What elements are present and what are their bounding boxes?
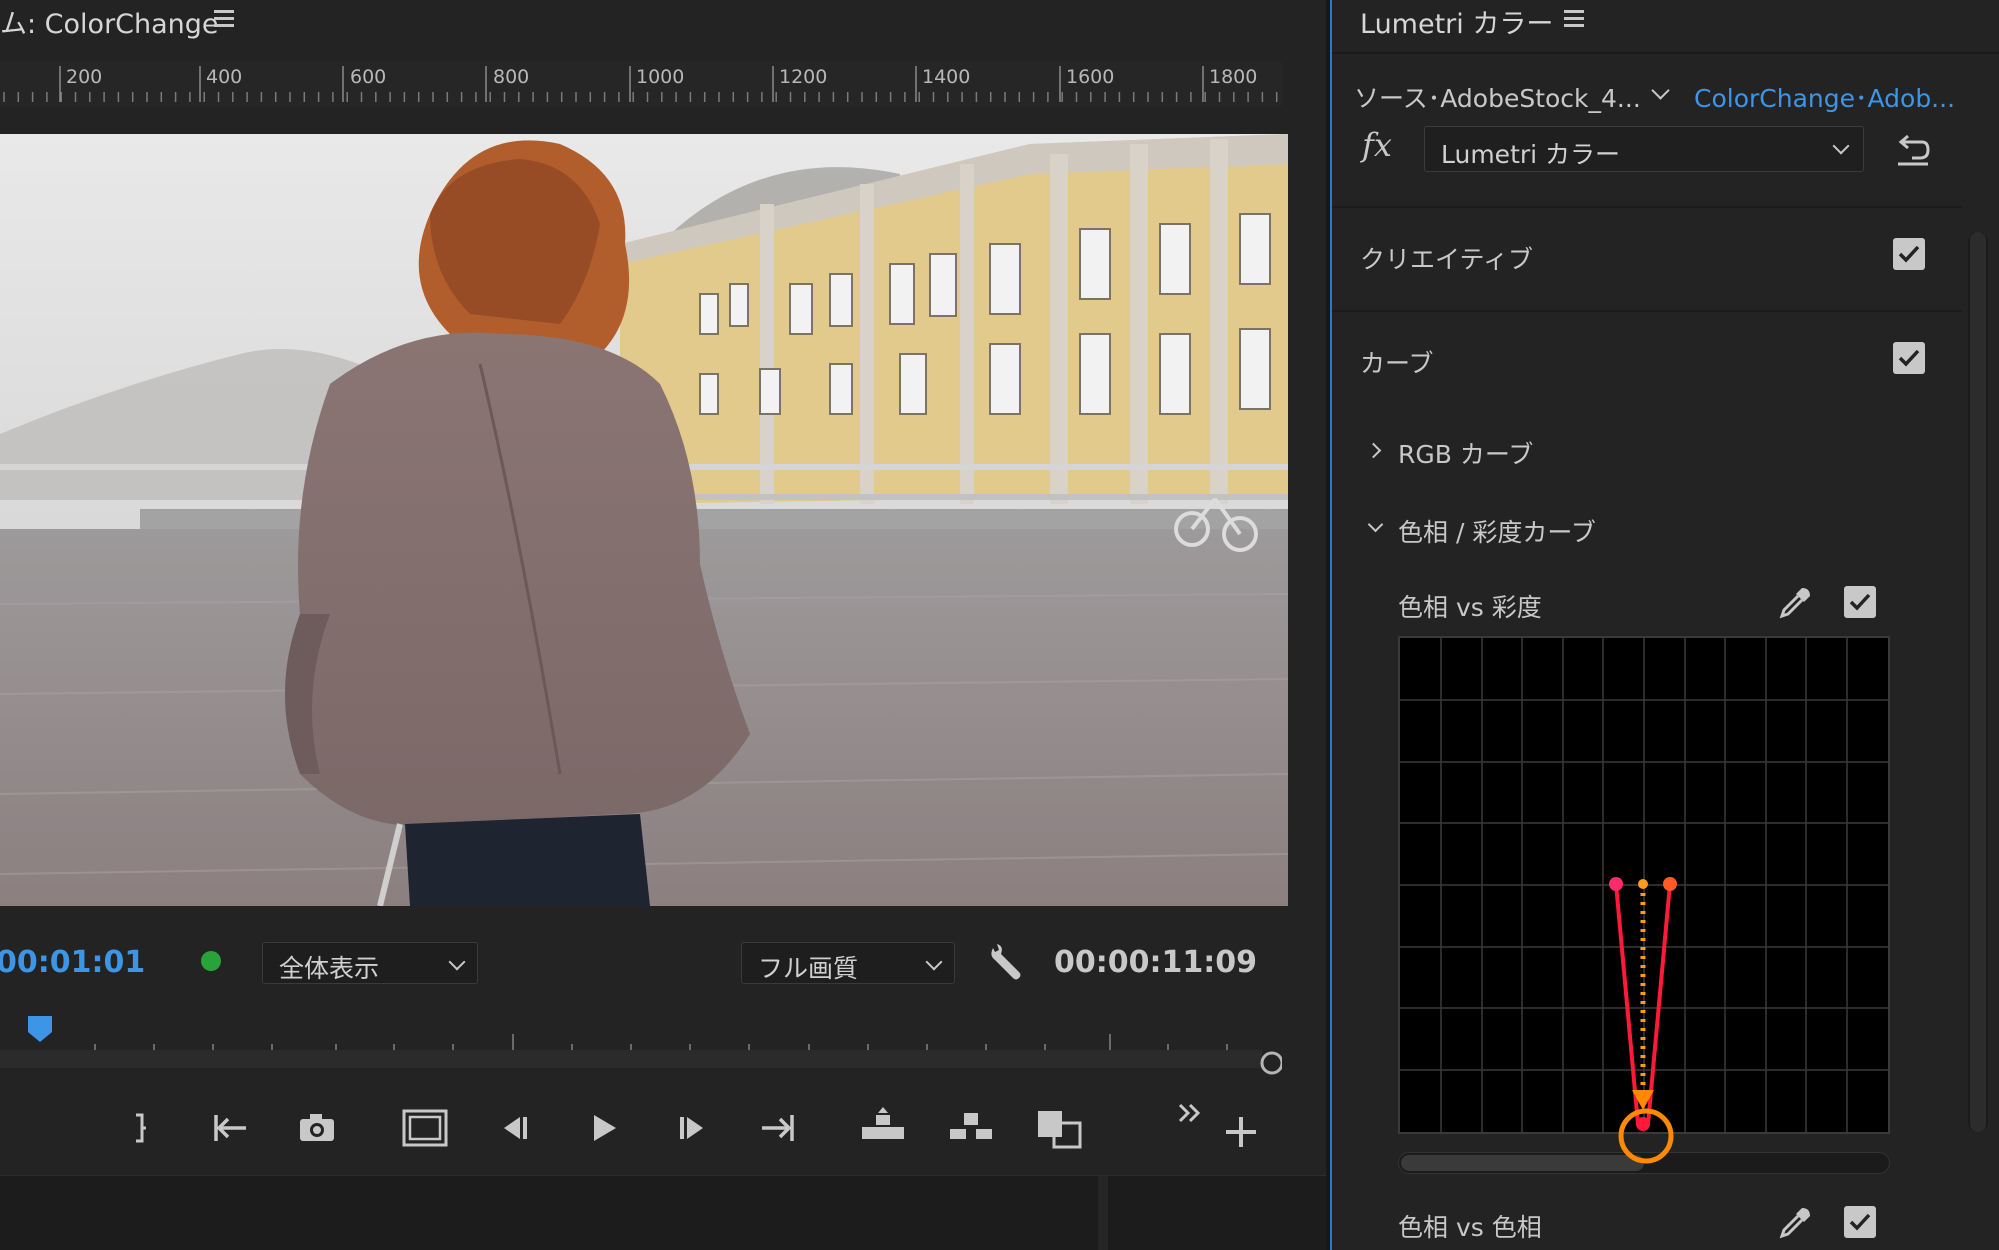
ruler-label: 1200 bbox=[779, 66, 828, 88]
scrollbar-thumb[interactable] bbox=[1970, 232, 1986, 1132]
duration-timecode: 00:00:11:09 bbox=[1054, 945, 1257, 980]
monitor-header: ム: ColorChange bbox=[0, 0, 1326, 40]
effect-name: Lumetri カラー bbox=[1441, 140, 1621, 169]
chevron-down-icon bbox=[1832, 137, 1850, 155]
chevron-down-icon bbox=[448, 953, 466, 971]
ruler-label: 1800 bbox=[1209, 66, 1258, 88]
section-divider bbox=[1332, 310, 1962, 312]
chevron-right-icon[interactable] bbox=[1365, 442, 1382, 459]
panel-menu-icon[interactable] bbox=[1564, 10, 1584, 27]
checkmark-icon bbox=[1898, 245, 1920, 263]
creative-enable-checkbox[interactable] bbox=[1893, 238, 1925, 270]
hue-vs-sat-curve-graph[interactable] bbox=[1398, 636, 1890, 1134]
source-clip-tab[interactable]: ソース･AdobeStock_4... bbox=[1354, 79, 1641, 115]
playhead[interactable] bbox=[28, 1016, 52, 1042]
ruler-label: 1000 bbox=[636, 66, 685, 88]
bottom-panel-strip bbox=[0, 1175, 1326, 1250]
lumetri-color-panel: Lumetri カラー ソース･AdobeStock_4... ColorCha… bbox=[1332, 0, 1999, 1250]
more-buttons-icon[interactable] bbox=[1168, 1095, 1218, 1145]
export-frame-icon[interactable] bbox=[292, 1103, 342, 1153]
section-divider bbox=[1332, 206, 1962, 208]
program-monitor: ム: ColorChange 200 400 600 800 1000 1200… bbox=[0, 0, 1326, 1250]
compare-view-icon[interactable] bbox=[1034, 1103, 1084, 1153]
curve-control-point[interactable] bbox=[1663, 877, 1677, 891]
add-button-icon[interactable] bbox=[1216, 1107, 1266, 1157]
current-timecode[interactable]: 00:01:01 bbox=[0, 945, 145, 980]
curve-control-point[interactable] bbox=[1609, 877, 1623, 891]
ruler-label: 800 bbox=[493, 66, 530, 88]
eyedropper-icon[interactable] bbox=[1776, 584, 1814, 622]
mark-out-icon[interactable] bbox=[114, 1103, 164, 1153]
ruler-label: 1600 bbox=[1066, 66, 1115, 88]
playback-quality-value: フル画質 bbox=[758, 954, 859, 983]
checkmark-icon bbox=[1898, 349, 1920, 367]
zoom-level-dropdown[interactable]: 全体表示 bbox=[262, 942, 478, 984]
sequence-clip-tab[interactable]: ColorChange･Adob... bbox=[1694, 79, 1955, 115]
header-divider bbox=[1332, 52, 1999, 54]
chevron-down-icon[interactable] bbox=[1651, 81, 1670, 100]
reset-icon[interactable] bbox=[1892, 128, 1932, 168]
go-to-out-icon[interactable] bbox=[752, 1103, 802, 1153]
extract-icon[interactable] bbox=[946, 1103, 996, 1153]
hue-vs-sat-label: 色相 vs 彩度 bbox=[1398, 593, 1542, 622]
monitor-menu-icon[interactable] bbox=[214, 10, 234, 27]
effect-selector-dropdown[interactable]: Lumetri カラー bbox=[1424, 126, 1864, 172]
video-frame[interactable] bbox=[0, 134, 1288, 906]
hue-vs-sat-enable-checkbox[interactable] bbox=[1844, 586, 1876, 618]
hue-range-slider-fill bbox=[1401, 1155, 1644, 1171]
rgb-curves-toggle[interactable]: RGB カーブ bbox=[1398, 435, 1533, 471]
transport-controls bbox=[0, 1095, 1326, 1161]
highlight-circle bbox=[1618, 1108, 1674, 1164]
lift-icon[interactable] bbox=[858, 1103, 908, 1153]
ruler-label: 600 bbox=[350, 66, 387, 88]
ruler-label: 1400 bbox=[922, 66, 971, 88]
go-to-in-icon[interactable] bbox=[206, 1103, 256, 1153]
section-creative-label[interactable]: クリエイティブ bbox=[1360, 240, 1533, 276]
step-back-icon[interactable] bbox=[490, 1103, 540, 1153]
safe-margins-icon[interactable] bbox=[400, 1103, 450, 1153]
panel-scrollbar[interactable] bbox=[1968, 232, 1988, 1132]
resolution-ruler: 200 400 600 800 1000 1200 1400 1600 1800 bbox=[0, 62, 1282, 106]
panel-separator bbox=[1098, 1176, 1108, 1250]
hue-vs-hue-label: 色相 vs 色相 bbox=[1398, 1213, 1542, 1242]
play-icon[interactable] bbox=[578, 1103, 628, 1153]
work-area-end-handle[interactable] bbox=[1260, 1051, 1284, 1075]
ruler-label: 200 bbox=[66, 66, 103, 88]
panel-title: Lumetri カラー bbox=[1360, 9, 1554, 40]
playback-quality-dropdown[interactable]: フル画質 bbox=[741, 942, 955, 984]
hue-vs-hue-enable-checkbox[interactable] bbox=[1844, 1206, 1876, 1238]
monitor-title: ム: ColorChange bbox=[0, 9, 219, 40]
eyedropper-icon[interactable] bbox=[1776, 1204, 1814, 1242]
hue-sat-curves-toggle[interactable]: 色相 / 彩度カーブ bbox=[1398, 513, 1596, 549]
fx-icon[interactable]: fx bbox=[1362, 126, 1392, 164]
checkmark-icon bbox=[1849, 1213, 1871, 1231]
status-indicator bbox=[201, 951, 221, 971]
zoom-level-value: 全体表示 bbox=[279, 954, 380, 983]
chevron-down-icon bbox=[925, 953, 943, 971]
chevron-down-icon[interactable] bbox=[1367, 516, 1384, 533]
ruler-label: 400 bbox=[206, 66, 243, 88]
checkmark-icon bbox=[1849, 593, 1871, 611]
wrench-icon[interactable] bbox=[985, 942, 1027, 984]
step-forward-icon[interactable] bbox=[667, 1103, 717, 1153]
playback-time-ruler[interactable] bbox=[0, 1008, 1284, 1078]
curve-control-point[interactable] bbox=[1638, 879, 1648, 889]
section-curves-label[interactable]: カーブ bbox=[1360, 344, 1434, 380]
curves-enable-checkbox[interactable] bbox=[1893, 342, 1925, 374]
